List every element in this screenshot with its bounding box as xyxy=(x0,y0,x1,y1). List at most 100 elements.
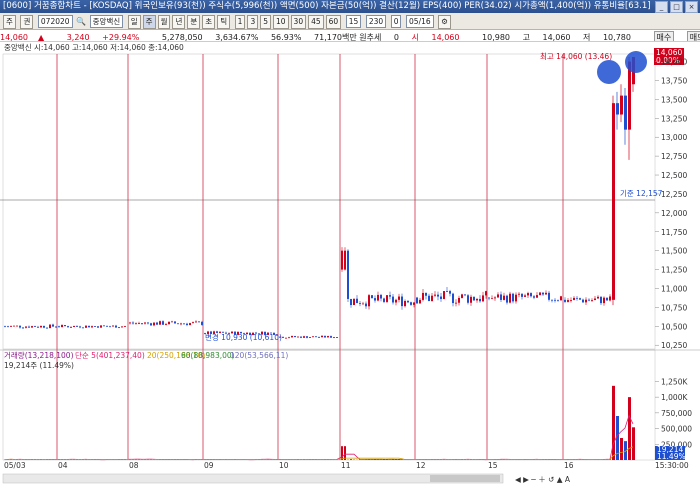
scrollbar[interactable] xyxy=(2,473,504,484)
second-button[interactable]: 초 xyxy=(202,14,216,29)
candle-body xyxy=(452,293,454,304)
candle-body xyxy=(449,291,451,294)
volume-bar xyxy=(350,459,352,460)
candle-body xyxy=(22,327,24,329)
candle-body xyxy=(374,298,376,301)
interval-10-button[interactable]: 10 xyxy=(273,14,289,29)
candle-body xyxy=(446,291,448,292)
candle-body xyxy=(294,336,296,337)
candle-body xyxy=(603,297,605,304)
buy-button[interactable]: 매수 xyxy=(653,31,675,41)
volume-axis-label: 500,000 xyxy=(661,425,692,434)
scrollbar-thumb[interactable] xyxy=(430,475,500,482)
period-button[interactable]: 권 xyxy=(20,14,34,29)
candle-body xyxy=(356,298,358,304)
candle-body xyxy=(103,325,105,327)
minimize-button[interactable]: _ xyxy=(655,1,668,13)
candle-body xyxy=(306,336,308,338)
candle-body xyxy=(180,323,182,325)
candle-body xyxy=(97,326,99,328)
x-axis-label: 05/03 xyxy=(4,461,26,470)
volume-axis-label: 750,000 xyxy=(661,409,692,418)
price-axis-label: 10,500 xyxy=(661,322,687,331)
candle-body xyxy=(144,322,146,324)
candle-body xyxy=(588,299,590,301)
year-button[interactable]: 년 xyxy=(172,14,186,29)
candle-body xyxy=(267,332,269,335)
day-button[interactable]: 일 xyxy=(127,14,141,29)
candle-body xyxy=(515,294,517,302)
minute-button[interactable]: 분 xyxy=(187,14,201,29)
price-summary-bar: 14,060 ▲ 3,240 +29.94% 5,278,050 3,634.67… xyxy=(0,31,700,42)
x-axis-label: 12 xyxy=(416,461,426,470)
candle-body xyxy=(371,295,373,299)
unit-input[interactable]: 15 xyxy=(345,15,362,28)
interval-1-button[interactable]: 1 xyxy=(234,14,246,29)
maximize-button[interactable]: □ xyxy=(670,1,683,13)
candle-body xyxy=(231,331,233,334)
tick-button[interactable]: 틱 xyxy=(217,14,231,29)
candle-body xyxy=(570,300,572,301)
candle-body xyxy=(156,322,158,325)
stock-code-input[interactable]: 072020 xyxy=(37,15,73,28)
candle-body xyxy=(591,300,593,301)
candle-body xyxy=(138,323,140,324)
interval-30-button[interactable]: 30 xyxy=(290,14,307,29)
zoom-controls[interactable]: ◀ ▶ ─ ＋ ↺ ▲ A xyxy=(515,475,571,484)
spike-volume-bar xyxy=(632,427,635,460)
candle-body xyxy=(121,326,123,328)
candle-body xyxy=(434,294,436,296)
price-axis-label: 11,250 xyxy=(661,266,687,275)
candle-body xyxy=(437,294,439,297)
candle-body xyxy=(79,326,81,328)
settings-icon[interactable]: ⚙ xyxy=(438,14,451,29)
candle-body xyxy=(186,323,188,325)
candle-body xyxy=(336,337,338,338)
date-input[interactable]: 05/16 xyxy=(406,15,434,28)
price-axis-label: 13,250 xyxy=(661,114,687,123)
turnover-ratio: 56.93% xyxy=(270,33,302,42)
candle-body xyxy=(333,337,335,339)
candle-body xyxy=(279,336,281,338)
candle-body xyxy=(165,324,167,325)
candle-body xyxy=(485,291,487,296)
week-button[interactable]: 주 xyxy=(142,14,156,29)
sub-input[interactable]: 0 xyxy=(390,15,402,28)
spike-candle-body xyxy=(620,95,623,115)
candle-body xyxy=(177,323,179,325)
candle-body xyxy=(573,297,575,301)
candle-body xyxy=(362,303,364,305)
stock-chart[interactable]: 중앙백신 시:14,060 고:14,060 저:14,060 종:14,060… xyxy=(0,42,700,488)
mode-button[interactable]: 주 xyxy=(3,14,16,29)
search-icon[interactable]: 🔍 xyxy=(76,17,86,26)
interval-3-button[interactable]: 3 xyxy=(247,14,259,29)
candle-body xyxy=(491,298,493,300)
volume-axis-label: 1,250K xyxy=(661,377,688,386)
price-axis-label: 12,250 xyxy=(661,190,687,199)
candle-body xyxy=(270,332,272,334)
candle-body xyxy=(297,336,299,338)
count-input[interactable]: 230 xyxy=(365,15,387,28)
interval-5-button[interactable]: 5 xyxy=(260,14,271,29)
interval-60-button[interactable]: 60 xyxy=(325,14,342,29)
candle-body xyxy=(16,325,18,327)
candle-body xyxy=(585,299,587,303)
high-price: 10,980 고 14,060 저 10,780 xyxy=(482,33,631,42)
candle-body xyxy=(61,325,63,328)
candle-body xyxy=(425,292,427,296)
month-button[interactable]: 월 xyxy=(157,14,171,29)
candle-body xyxy=(576,297,578,299)
candle-body xyxy=(141,323,143,324)
interval-45-button[interactable]: 45 xyxy=(308,14,324,29)
candle-body xyxy=(404,300,406,307)
volume-value: 5,278,050 xyxy=(161,33,203,42)
candle-body xyxy=(258,333,260,335)
candle-body xyxy=(85,325,87,328)
sell-button[interactable]: 매도 xyxy=(686,31,700,41)
x-axis-label: 11 xyxy=(341,461,351,470)
candle-body xyxy=(324,335,326,338)
candle-body xyxy=(228,333,230,335)
stock-name-field[interactable]: 중앙백신 xyxy=(89,15,124,28)
candle-body xyxy=(64,325,66,327)
close-button[interactable]: × xyxy=(685,1,698,13)
